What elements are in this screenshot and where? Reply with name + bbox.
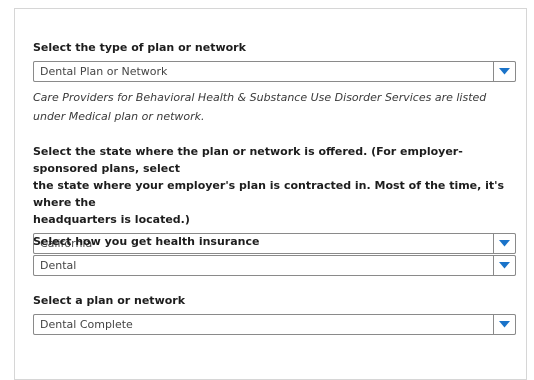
- chevron-down-icon: [499, 68, 510, 75]
- insurance-source-value: Dental: [40, 259, 77, 272]
- chevron-down-icon: [499, 262, 510, 269]
- insurance-source-field: Select how you get health insurance Dent…: [33, 233, 516, 276]
- plan-type-note-line-1: Care Providers for Behavioral Health & S…: [33, 91, 487, 104]
- state-label-line-3: headquarters is located.): [33, 213, 190, 226]
- plan-type-label: Select the type of plan or network: [33, 41, 246, 54]
- insurance-source-select[interactable]: Dental: [33, 255, 516, 276]
- plan-label: Select a plan or network: [33, 294, 186, 307]
- state-label-line-1: Select the state where the plan or netwo…: [33, 145, 463, 175]
- plan-type-value: Dental Plan or Network: [40, 65, 168, 78]
- plan-select[interactable]: Dental Complete: [33, 314, 516, 335]
- state-label-line-2: the state where your employer's plan is …: [33, 179, 505, 209]
- plan-field: Select a plan or network Dental Complete: [33, 292, 516, 335]
- insurance-source-label: Select how you get health insurance: [33, 235, 260, 248]
- plan-type-dropdown-button[interactable]: [493, 62, 515, 81]
- plan-dropdown-button[interactable]: [493, 315, 515, 334]
- plan-value: Dental Complete: [40, 318, 133, 331]
- plan-type-field: Select the type of plan or network Denta…: [33, 39, 516, 126]
- plan-type-note-line-2: under Medical plan or network.: [33, 110, 205, 123]
- insurance-source-dropdown-button[interactable]: [493, 256, 515, 275]
- chevron-down-icon: [499, 321, 510, 328]
- plan-selection-form: Select the type of plan or network Denta…: [14, 8, 527, 380]
- plan-type-select[interactable]: Dental Plan or Network: [33, 61, 516, 82]
